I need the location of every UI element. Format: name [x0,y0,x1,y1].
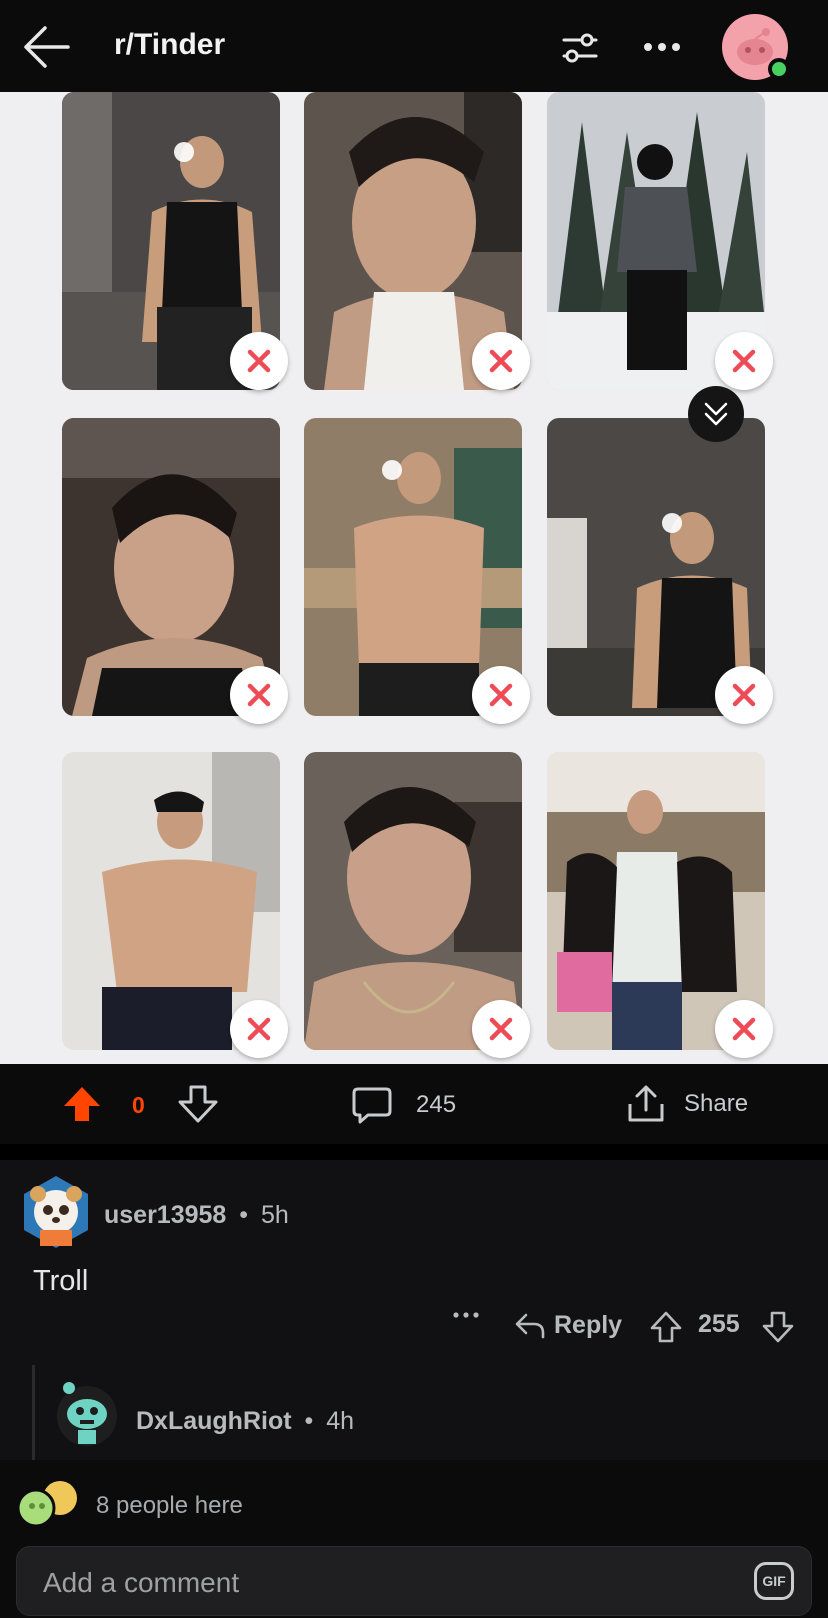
close-icon [732,349,756,373]
remove-photo-button[interactable] [715,332,773,390]
presence-avatars [16,1478,88,1528]
top-bar: r/Tinder [0,0,828,92]
close-icon [489,1017,513,1041]
more-horizontal-icon [644,43,680,51]
close-icon [247,1017,271,1041]
reply-avatar[interactable] [54,1378,120,1448]
remove-photo-button[interactable] [230,666,288,724]
comment-downvote-button[interactable] [762,1310,794,1344]
remove-photo-button[interactable] [230,1000,288,1058]
close-icon [489,349,513,373]
comment-count: 245 [416,1091,457,1118]
comment-body: Troll [33,1265,89,1297]
post-image-grid[interactable] [0,92,828,1064]
meta-separator: • [304,1407,314,1435]
reply-time: 4h [326,1407,355,1435]
reply-username[interactable]: DxLaughRiot [136,1407,292,1435]
comment-meta: user13958 • 5h [104,1201,289,1230]
comment-bubble-icon [352,1087,392,1124]
gif-button[interactable]: GIF [754,1562,794,1600]
close-icon [247,349,271,373]
remove-photo-button[interactable] [472,1000,530,1058]
gif-icon: GIF [762,1573,786,1589]
reply-button[interactable]: Reply [514,1310,622,1340]
online-status-dot [768,58,790,80]
close-icon [732,683,756,707]
more-horizontal-icon [453,1312,479,1318]
filter-button[interactable] [560,28,600,68]
presence-avatar-stack-icon [16,1481,77,1528]
post-action-bar: 0 245 Share [0,1064,828,1144]
thread-line[interactable] [32,1365,35,1465]
remove-photo-button[interactable] [472,666,530,724]
back-button[interactable] [22,24,72,70]
commenter-avatar[interactable] [20,1172,92,1252]
more-options-button[interactable] [640,30,684,64]
close-icon [489,683,513,707]
panda-avatar-icon [24,1176,88,1248]
filter-sliders-icon [562,33,598,63]
upvote-button[interactable] [62,1084,102,1124]
expand-button[interactable] [688,386,744,442]
remove-photo-button[interactable] [472,332,530,390]
comment-time: 5h [261,1201,289,1229]
presence-count: 8 people here [96,1492,243,1519]
remove-photo-button[interactable] [230,332,288,390]
remove-photo-button[interactable] [715,666,773,724]
downvote-outline-icon [762,1311,794,1343]
comment-more-button[interactable] [452,1310,480,1320]
reply-meta: DxLaughRiot • 4h [136,1407,354,1436]
comment-score: 255 [698,1310,740,1338]
close-icon [732,1017,756,1041]
comments-button[interactable]: 245 [352,1086,456,1124]
reply-label: Reply [554,1310,623,1339]
arrow-left-icon [24,26,70,68]
close-icon [247,683,271,707]
upvote-outline-icon [650,1311,682,1343]
downvote-button[interactable] [178,1084,218,1124]
comment-username[interactable]: user13958 [104,1201,226,1229]
vote-count: 0 [132,1092,145,1118]
double-chevron-down-icon [704,402,728,426]
downvote-arrow-icon [178,1085,218,1123]
section-divider [0,1144,828,1160]
share-label: Share [684,1090,749,1117]
comment-upvote-button[interactable] [650,1310,682,1344]
add-comment-input[interactable]: Add a comment [16,1546,812,1616]
zombie-snoo-avatar-icon [57,1382,117,1446]
share-button[interactable]: Share [626,1084,748,1124]
subreddit-title[interactable]: r/Tinder [114,28,225,62]
remove-photo-button[interactable] [715,1000,773,1058]
meta-separator: • [239,1201,249,1229]
share-icon [628,1085,664,1122]
comment-input-placeholder: Add a comment [43,1567,240,1598]
upvote-arrow-icon [64,1087,100,1121]
reply-arrow-icon [515,1313,545,1339]
